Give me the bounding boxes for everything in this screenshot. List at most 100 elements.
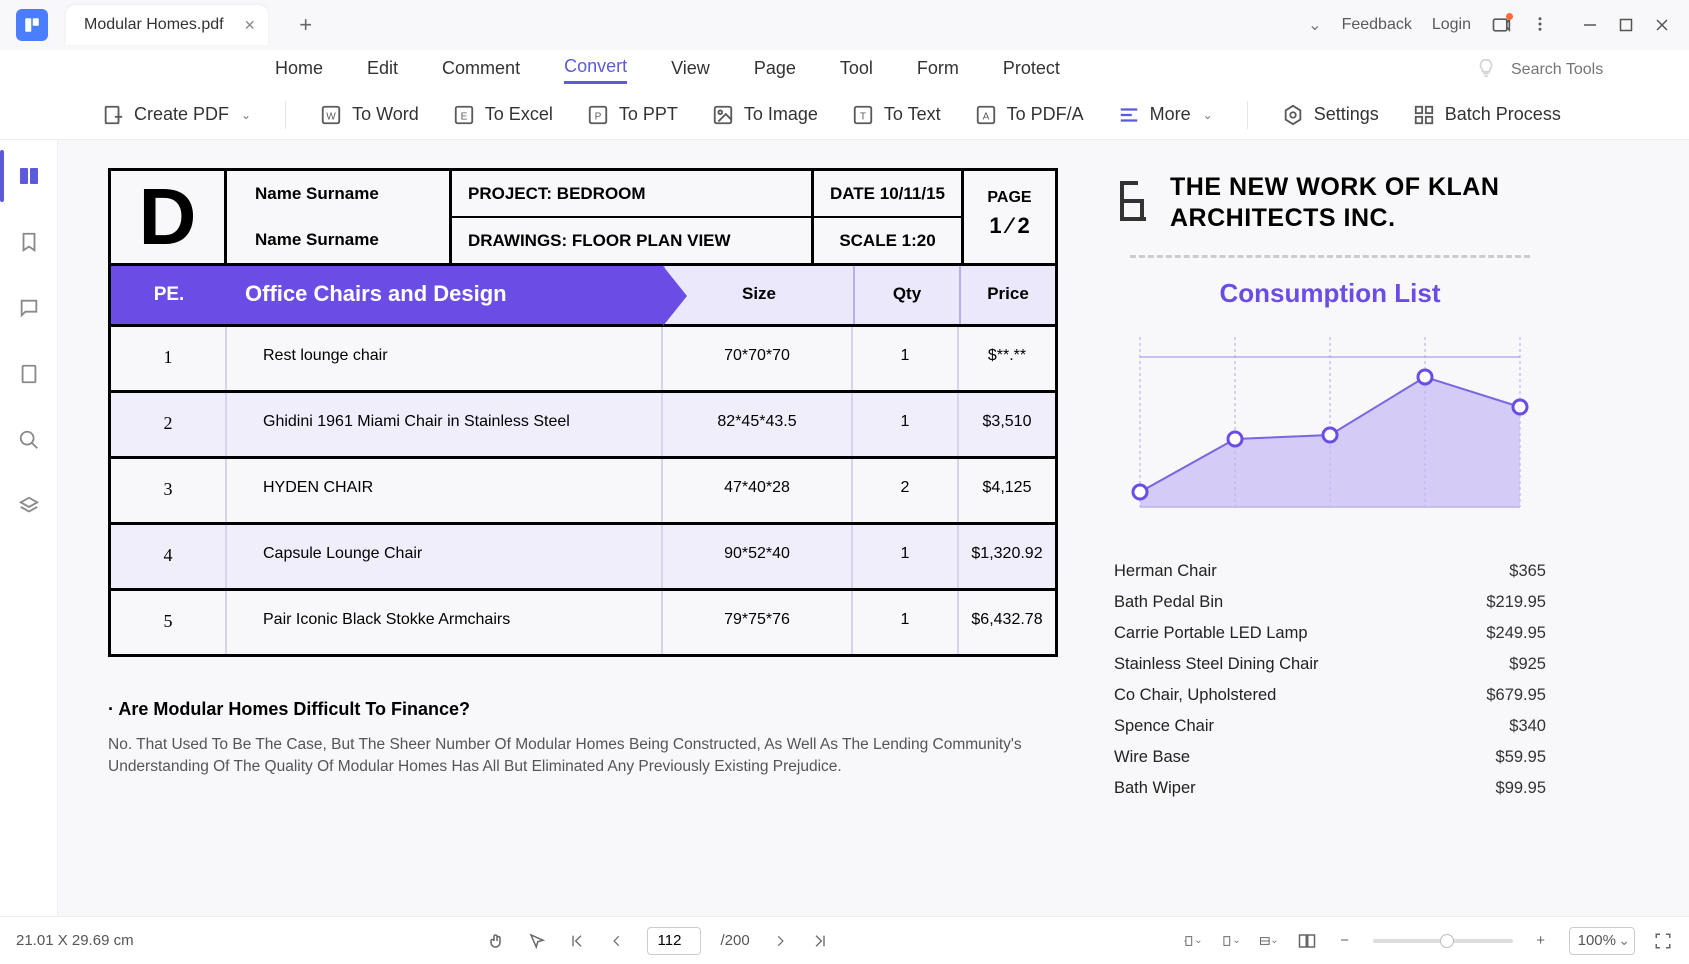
layers-icon[interactable] bbox=[15, 492, 43, 520]
menu-comment[interactable]: Comment bbox=[442, 58, 520, 83]
create-pdf-button[interactable]: Create PDF ⌄ bbox=[102, 104, 251, 126]
batch-icon bbox=[1413, 104, 1435, 126]
zoom-select[interactable]: 100% bbox=[1569, 927, 1635, 955]
settings-icon bbox=[1282, 104, 1304, 126]
fit-width-icon[interactable]: ⌄ bbox=[1183, 931, 1203, 951]
author-name-1: Name Surname bbox=[227, 171, 449, 217]
document-tab[interactable]: Modular Homes.pdf ✕ bbox=[66, 5, 268, 45]
author-name-2: Name Surname bbox=[227, 217, 449, 263]
word-icon: W bbox=[320, 104, 342, 126]
first-page-icon[interactable] bbox=[567, 931, 587, 951]
excel-icon: E bbox=[453, 104, 475, 126]
batch-process-button[interactable]: Batch Process bbox=[1413, 104, 1561, 126]
menu-edit[interactable]: Edit bbox=[367, 58, 398, 83]
text-icon: T bbox=[852, 104, 874, 126]
article-title: · Are Modular Homes Difficult To Finance… bbox=[108, 699, 1058, 720]
to-word-button[interactable]: WTo Word bbox=[320, 104, 419, 126]
consumption-chart bbox=[1114, 327, 1546, 527]
doc-header-table: D Name Surname Name Surname PROJECT: BED… bbox=[108, 168, 1058, 266]
table-row: 2 Ghidini 1961 Miami Chair in Stainless … bbox=[111, 390, 1055, 456]
svg-text:E: E bbox=[460, 111, 467, 122]
page-dimensions: 21.01 X 29.69 cm bbox=[16, 932, 134, 949]
single-page-icon[interactable]: ⌄ bbox=[1221, 931, 1241, 951]
list-item: Bath Wiper$99.95 bbox=[1114, 773, 1546, 804]
maximize-icon[interactable] bbox=[1617, 16, 1635, 34]
col-qty: Qty bbox=[853, 266, 959, 324]
next-page-icon[interactable] bbox=[770, 931, 790, 951]
bookmark-icon[interactable] bbox=[15, 228, 43, 256]
attachment-icon[interactable] bbox=[15, 360, 43, 388]
statusbar: 21.01 X 29.69 cm /200 ⌄ ⌄ ⌄ − + 100% bbox=[0, 916, 1689, 964]
lightbulb-icon bbox=[1475, 57, 1497, 84]
image-icon bbox=[712, 104, 734, 126]
reading-mode-icon[interactable]: ⌄ bbox=[1259, 931, 1279, 951]
drawings-label: DRAWINGS: FLOOR PLAN VIEW bbox=[452, 218, 811, 263]
minimize-icon[interactable] bbox=[1581, 16, 1599, 34]
two-page-icon[interactable] bbox=[1297, 931, 1317, 951]
menu-tool[interactable]: Tool bbox=[840, 58, 873, 83]
select-tool-icon[interactable] bbox=[527, 931, 547, 951]
more-button[interactable]: More⌄ bbox=[1118, 104, 1213, 126]
table-row: 5 Pair Iconic Black Stokke Armchairs 79*… bbox=[111, 588, 1055, 654]
to-excel-button[interactable]: ETo Excel bbox=[453, 104, 553, 126]
menu-home[interactable]: Home bbox=[275, 58, 323, 83]
thumbnails-icon[interactable] bbox=[15, 162, 43, 190]
list-item: Stainless Steel Dining Chair$925 bbox=[1114, 649, 1546, 680]
to-pdfa-button[interactable]: ATo PDF/A bbox=[975, 104, 1084, 126]
hand-tool-icon[interactable] bbox=[487, 931, 507, 951]
menu-page[interactable]: Page bbox=[754, 58, 796, 83]
page-number-input[interactable] bbox=[647, 927, 701, 955]
items-table: PE. Office Chairs and Design Size Qty Pr… bbox=[108, 266, 1058, 657]
close-tab-icon[interactable]: ✕ bbox=[244, 17, 256, 34]
notification-icon[interactable] bbox=[1491, 15, 1511, 35]
login-link[interactable]: Login bbox=[1432, 16, 1471, 34]
titlebar: Modular Homes.pdf ✕ + ⌄ Feedback Login bbox=[0, 0, 1689, 50]
menu-protect[interactable]: Protect bbox=[1003, 58, 1060, 83]
create-pdf-icon bbox=[102, 104, 124, 126]
feedback-link[interactable]: Feedback bbox=[1342, 16, 1412, 34]
search-input[interactable] bbox=[1511, 61, 1661, 79]
zoom-in-icon[interactable]: + bbox=[1531, 931, 1551, 951]
to-ppt-button[interactable]: PTo PPT bbox=[587, 104, 678, 126]
comment-icon[interactable] bbox=[15, 294, 43, 322]
right-panel-title: THE NEW WORK OF KLAN ARCHITECTS INC. bbox=[1170, 172, 1546, 235]
table-row: 1 Rest lounge chair 70*70*70 1 $**.** bbox=[111, 324, 1055, 390]
chevron-down-icon: ⌄ bbox=[1203, 108, 1213, 122]
svg-text:P: P bbox=[594, 111, 601, 122]
list-item: Co Chair, Upholstered$679.95 bbox=[1114, 680, 1546, 711]
app-icon[interactable] bbox=[16, 9, 48, 41]
list-item: Herman Chair$365 bbox=[1114, 556, 1546, 587]
search-icon[interactable] bbox=[15, 426, 43, 454]
chevron-down-icon: ⌄ bbox=[241, 108, 251, 122]
last-page-icon[interactable] bbox=[810, 931, 830, 951]
zoom-slider[interactable] bbox=[1373, 939, 1513, 943]
close-window-icon[interactable] bbox=[1653, 16, 1671, 34]
col-price: Price bbox=[959, 266, 1055, 324]
settings-button[interactable]: Settings bbox=[1282, 104, 1379, 126]
more-menu-icon[interactable] bbox=[1531, 15, 1551, 35]
col-size: Size bbox=[663, 266, 853, 324]
page-label: PAGE bbox=[987, 189, 1031, 207]
article: · Are Modular Homes Difficult To Finance… bbox=[108, 699, 1058, 779]
more-icon bbox=[1118, 104, 1140, 126]
prev-page-icon[interactable] bbox=[607, 931, 627, 951]
menu-form[interactable]: Form bbox=[917, 58, 959, 83]
pdfa-icon: A bbox=[975, 104, 997, 126]
new-tab-button[interactable]: + bbox=[292, 11, 320, 39]
to-image-button[interactable]: To Image bbox=[712, 104, 818, 126]
doc-logo: D bbox=[111, 171, 227, 263]
list-item: Carrie Portable LED Lamp$249.95 bbox=[1114, 618, 1546, 649]
menubar: Home Edit Comment Convert View Page Tool… bbox=[0, 50, 1689, 90]
consumption-title: Consumption List bbox=[1114, 278, 1546, 309]
separator bbox=[285, 101, 286, 129]
zoom-out-icon[interactable]: − bbox=[1335, 931, 1355, 951]
fullscreen-icon[interactable] bbox=[1653, 931, 1673, 951]
page-total: /200 bbox=[721, 932, 750, 949]
document-canvas[interactable]: D Name Surname Name Surname PROJECT: BED… bbox=[58, 140, 1689, 916]
svg-text:T: T bbox=[860, 111, 866, 122]
dropdown-icon[interactable]: ⌄ bbox=[1308, 15, 1321, 35]
menu-convert[interactable]: Convert bbox=[564, 56, 627, 84]
sidebar bbox=[0, 140, 58, 916]
to-text-button[interactable]: TTo Text bbox=[852, 104, 941, 126]
menu-view[interactable]: View bbox=[671, 58, 710, 83]
